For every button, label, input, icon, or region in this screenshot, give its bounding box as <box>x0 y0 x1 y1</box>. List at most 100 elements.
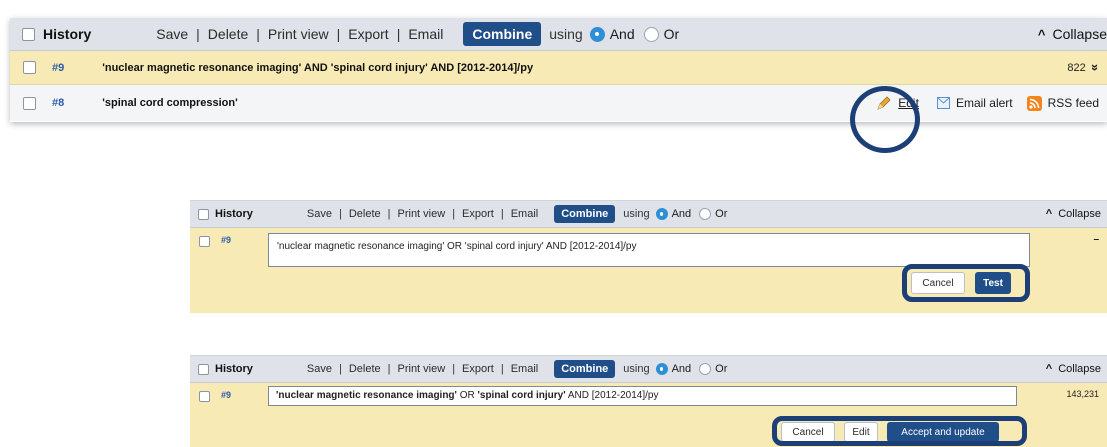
and-radio[interactable] <box>655 208 668 220</box>
history-title: History <box>43 26 92 42</box>
cancel-button[interactable]: Cancel <box>911 272 965 294</box>
query-operator: OR <box>456 390 478 401</box>
select-all-checkbox[interactable] <box>198 363 209 375</box>
collapse-toggle[interactable]: ^ Collapse <box>1046 363 1101 375</box>
result-count[interactable]: 822 <box>1067 62 1085 74</box>
or-radio[interactable] <box>643 26 659 42</box>
toolbar-separator: | <box>196 26 200 42</box>
toolbar-separator: | <box>500 208 504 220</box>
rss-feed-link[interactable]: RSS feed <box>1048 96 1099 110</box>
collapse-label: Collapse <box>1052 26 1107 42</box>
and-label: And <box>609 26 635 42</box>
chevron-up-icon: ^ <box>1045 208 1053 220</box>
search-query: 'nuclear magnetic resonance imaging' AND… <box>102 61 534 74</box>
result-count: – <box>1093 234 1099 245</box>
row-checkbox[interactable] <box>199 391 210 402</box>
delete-link[interactable]: Delete <box>349 363 381 375</box>
history-header: History Save | Delete | Print view | Exp… <box>190 201 1107 228</box>
toolbar-separator: | <box>500 363 504 375</box>
or-radio[interactable] <box>699 208 712 220</box>
cancel-button[interactable]: Cancel <box>781 422 835 442</box>
test-button[interactable]: Test <box>975 272 1011 294</box>
row-checkbox[interactable] <box>23 61 36 74</box>
query-term-2: 'spinal cord injury' <box>477 390 566 401</box>
accept-and-update-button[interactable]: Accept and update <box>887 422 999 442</box>
save-link[interactable]: Save <box>307 363 332 375</box>
toolbar-separator: | <box>452 363 456 375</box>
save-link[interactable]: Save <box>307 208 332 220</box>
combine-button[interactable]: Combine <box>463 22 542 46</box>
print-view-link[interactable]: Print view <box>268 26 329 42</box>
history-title: History <box>215 208 253 220</box>
history-toolbar: Save | Delete | Print view | Export | Em… <box>307 208 538 220</box>
toolbar-separator: | <box>338 208 342 220</box>
using-label: using <box>623 363 650 375</box>
history-row-8: #8 'spinal cord compression' Edit Email … <box>10 85 1107 121</box>
combine-button[interactable]: Combine <box>554 205 616 223</box>
using-label: using <box>623 208 650 220</box>
row-actions: Edit Email alert RSS feed <box>876 95 1099 111</box>
email-alert-icon <box>936 97 950 109</box>
export-link[interactable]: Export <box>348 26 388 42</box>
history-title: History <box>215 363 253 375</box>
pencil-icon <box>876 95 892 111</box>
query-edit-textarea[interactable]: 'nuclear magnetic resonance imaging' OR … <box>268 233 1030 267</box>
query-input[interactable]: 'nuclear magnetic resonance imaging' OR … <box>268 386 1017 406</box>
and-label: And <box>671 363 692 375</box>
update-actions: Cancel Edit Accept and update <box>781 422 999 442</box>
toolbar-separator: | <box>452 208 456 220</box>
row-checkbox[interactable] <box>199 236 210 247</box>
collapse-toggle[interactable]: ^ Collapse <box>1038 26 1107 42</box>
or-label: Or <box>663 26 680 42</box>
history-header: History Save | Delete | Print view | Exp… <box>190 356 1107 383</box>
result-count[interactable]: 143,231 <box>1066 389 1099 399</box>
and-label: And <box>671 208 692 220</box>
using-label: using <box>549 26 583 42</box>
combine-button[interactable]: Combine <box>554 360 616 378</box>
toolbar-separator: | <box>396 26 401 42</box>
print-view-link[interactable]: Print view <box>398 208 446 220</box>
edit-button[interactable]: Edit <box>844 422 878 442</box>
search-number[interactable]: #9 <box>221 390 231 400</box>
export-link[interactable]: Export <box>462 363 494 375</box>
email-alert-link[interactable]: Email alert <box>956 96 1013 110</box>
collapse-label: Collapse <box>1058 363 1101 375</box>
select-all-checkbox[interactable] <box>198 208 209 220</box>
or-radio[interactable] <box>699 363 712 375</box>
history-row-9: #9 'nuclear magnetic resonance imaging' … <box>10 51 1107 85</box>
search-number[interactable]: #9 <box>221 235 231 245</box>
toolbar-separator: | <box>338 363 342 375</box>
query-operator: AND [2012-2014]/py <box>565 390 659 401</box>
and-radio[interactable] <box>589 26 605 42</box>
edit-link[interactable]: Edit <box>898 96 919 110</box>
search-number[interactable]: #9 <box>52 62 64 74</box>
chevron-up-icon: ^ <box>1037 26 1046 42</box>
toolbar-separator: | <box>387 208 391 220</box>
history-toolbar: Save | Delete | Print view | Export | Em… <box>307 363 538 375</box>
select-all-checkbox[interactable] <box>22 27 35 41</box>
toolbar-separator: | <box>336 26 341 42</box>
collapse-label: Collapse <box>1058 208 1101 220</box>
or-label: Or <box>715 208 728 220</box>
delete-link[interactable]: Delete <box>349 208 381 220</box>
print-view-link[interactable]: Print view <box>398 363 446 375</box>
email-link[interactable]: Email <box>408 26 443 42</box>
rss-icon <box>1026 95 1042 111</box>
edit-actions: Cancel Test <box>911 272 1011 294</box>
email-link[interactable]: Email <box>511 363 539 375</box>
collapse-toggle[interactable]: ^ Collapse <box>1046 208 1101 220</box>
delete-link[interactable]: Delete <box>208 26 248 42</box>
row-checkbox[interactable] <box>23 96 36 110</box>
query-term-1: 'nuclear magnetic resonance imaging' <box>276 390 457 401</box>
search-number[interactable]: #8 <box>52 97 64 109</box>
chevron-up-icon: ^ <box>1045 363 1053 375</box>
expand-icon[interactable]: » <box>1088 64 1103 71</box>
toolbar-separator: | <box>256 26 260 42</box>
email-link[interactable]: Email <box>511 208 539 220</box>
save-link[interactable]: Save <box>156 26 188 42</box>
history-panel-1: History Save | Delete | Print view | Exp… <box>10 18 1107 122</box>
history-toolbar: Save | Delete | Print view | Export | Em… <box>156 26 443 42</box>
and-radio[interactable] <box>655 363 668 375</box>
export-link[interactable]: Export <box>462 208 494 220</box>
search-query: 'spinal cord compression' <box>102 97 238 109</box>
